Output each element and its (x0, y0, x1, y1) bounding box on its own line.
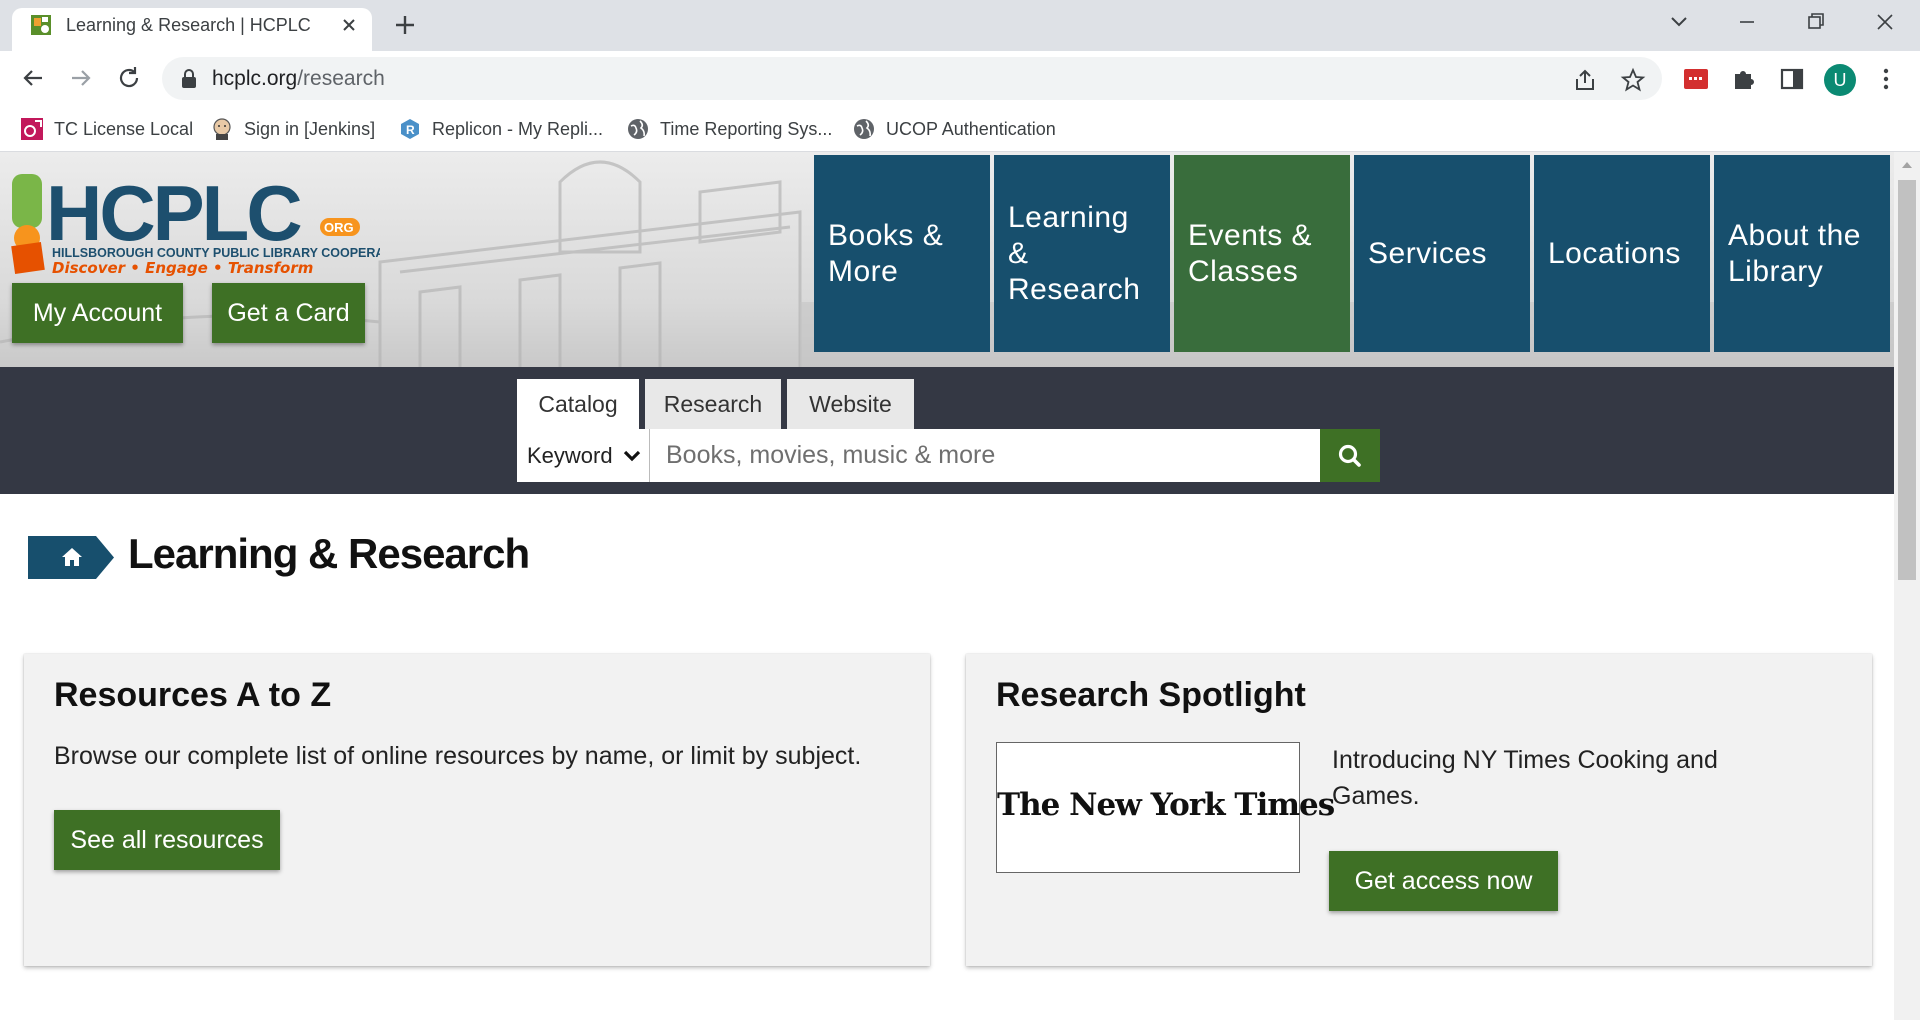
browser-tab-strip: Learning & Research | HCPLC (0, 0, 1920, 51)
tab-research[interactable]: Research (645, 379, 781, 429)
page-title: Learning & Research (128, 530, 530, 577)
card-description: Browse our complete list of online resou… (54, 742, 862, 770)
globe-icon (626, 117, 650, 141)
breadcrumb-home-button[interactable] (28, 536, 114, 579)
nav-books-more[interactable]: Books & More (814, 155, 990, 352)
research-spotlight-card: Research Spotlight The New York Times In… (966, 654, 1872, 966)
side-panel-icon[interactable] (1778, 65, 1806, 93)
nav-learning-research[interactable]: Learning & Research (994, 155, 1170, 352)
get-access-now-button[interactable]: Get access now (1329, 851, 1558, 911)
new-tab-icon[interactable] (390, 10, 420, 40)
svg-text:HILLSBOROUGH COUNTY PUBLIC LIB: HILLSBOROUGH COUNTY PUBLIC LIBRARY COOPE… (52, 246, 380, 260)
extensions-puzzle-icon[interactable] (1730, 65, 1758, 93)
tab-website[interactable]: Website (787, 379, 914, 429)
tab-search-chevron-icon[interactable] (1662, 8, 1696, 36)
address-bar[interactable]: hcplc.org/research (162, 57, 1662, 100)
close-tab-icon[interactable] (338, 14, 360, 36)
svg-text:Discover • Engage • Transform: Discover • Engage • Transform (52, 259, 313, 276)
nav-services[interactable]: Services (1354, 155, 1530, 352)
search-button[interactable] (1320, 429, 1380, 482)
chevron-down-icon (621, 445, 643, 467)
svg-text:HCPLC: HCPLC (46, 169, 301, 257)
bookmark-replicon[interactable]: R Replicon - My Repli... (398, 114, 603, 144)
bookmark-jenkins[interactable]: Sign in [Jenkins] (210, 114, 375, 144)
close-window-icon[interactable] (1868, 8, 1902, 36)
search-panel: Catalog Research Website Keyword (0, 367, 1894, 494)
browser-tab[interactable]: Learning & Research | HCPLC (12, 8, 372, 51)
card-title: Research Spotlight (996, 676, 1306, 714)
share-icon[interactable] (1572, 67, 1598, 93)
tab-catalog[interactable]: Catalog (517, 379, 639, 429)
nav-locations[interactable]: Locations (1534, 155, 1710, 352)
url-text: hcplc.org/research (212, 67, 385, 90)
jenkins-icon (210, 117, 234, 141)
nyt-logo-image[interactable]: The New York Times (996, 742, 1335, 873)
site-header: HCPLC ORG HILLSBOROUGH COUNTY PUBLIC LIB… (0, 152, 1894, 367)
search-type-value: Keyword (527, 443, 613, 468)
hcplc-logo[interactable]: HCPLC ORG HILLSBOROUGH COUNTY PUBLIC LIB… (10, 166, 380, 276)
svg-text:R: R (406, 123, 415, 137)
extension-red-icon[interactable] (1682, 65, 1710, 93)
tab-title: Learning & Research | HCPLC (66, 15, 311, 35)
bookmark-star-icon[interactable] (1620, 67, 1646, 93)
my-account-button[interactable]: My Account (12, 283, 183, 343)
lock-icon (180, 69, 198, 89)
browser-toolbar: hcplc.org/research U (0, 51, 1920, 106)
scrollbar-thumb[interactable] (1898, 180, 1916, 580)
bookmark-ucop[interactable]: UCOP Authentication (852, 114, 1056, 144)
page-scrollbar[interactable] (1894, 152, 1920, 1020)
get-a-card-button[interactable]: Get a Card (212, 283, 365, 343)
search-type-select[interactable]: Keyword (517, 429, 650, 482)
nyt-logo-text: The New York Times (997, 787, 1335, 823)
bookmark-tc-license[interactable]: TC License Local (20, 114, 193, 144)
search-icon (1338, 444, 1361, 467)
resources-a-to-z-card: Resources A to Z Browse our complete lis… (24, 654, 930, 966)
hcplc-favicon-icon (29, 13, 53, 37)
spotlight-description: Introducing NY Times Cooking and Games. (1332, 746, 1718, 810)
globe-icon (852, 117, 876, 141)
minimize-icon[interactable] (1730, 8, 1764, 36)
svg-text:ORG: ORG (324, 220, 354, 235)
card-title: Resources A to Z (54, 676, 332, 714)
menu-kebab-icon[interactable] (1872, 65, 1900, 93)
bookmarks-bar: TC License Local Sign in [Jenkins] R Rep… (0, 106, 1920, 152)
bookmark-time-reporting[interactable]: Time Reporting Sys... (626, 114, 832, 144)
forward-arrow-icon[interactable] (66, 63, 96, 93)
replicon-icon: R (398, 117, 422, 141)
profile-avatar[interactable]: U (1824, 64, 1856, 96)
see-all-resources-button[interactable]: See all resources (54, 810, 280, 870)
nav-about-library[interactable]: About the Library (1714, 155, 1890, 352)
restore-icon[interactable] (1798, 8, 1832, 36)
search-input[interactable] (650, 429, 1320, 482)
back-arrow-icon[interactable] (18, 63, 48, 93)
reload-icon[interactable] (114, 63, 144, 93)
scroll-up-arrow-icon[interactable] (1901, 160, 1913, 170)
teamcity-icon (20, 117, 44, 141)
nav-events-classes[interactable]: Events & Classes (1174, 155, 1350, 352)
